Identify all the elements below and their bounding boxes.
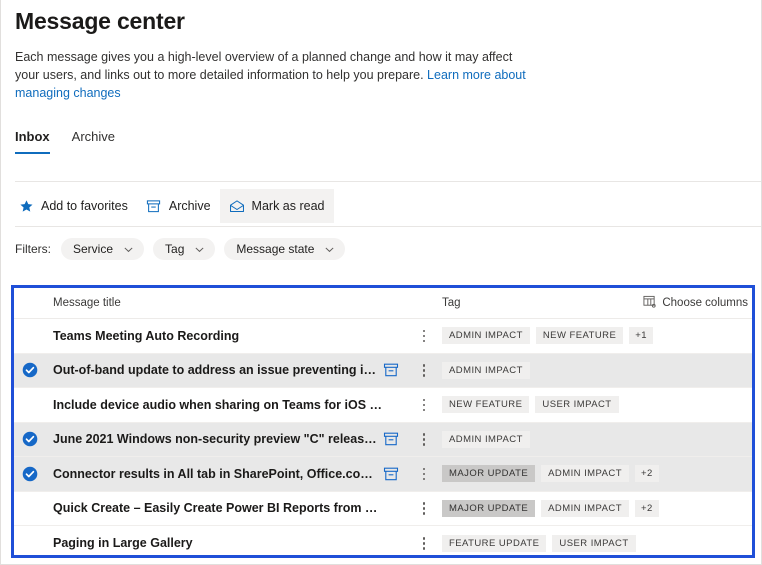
filters-label: Filters:: [15, 242, 51, 256]
row-selected-check-icon[interactable]: [22, 466, 38, 482]
table-row[interactable]: Include device audio when sharing on Tea…: [14, 388, 752, 423]
filters-bar: Filters: Service Tag Message state: [15, 238, 345, 260]
row-message-title[interactable]: Out-of-band update to address an issue p…: [53, 363, 383, 377]
row-tag-list: ADMIN IMPACT: [442, 431, 530, 448]
archive-icon: [146, 198, 162, 214]
add-to-favorites-label: Add to favorites: [41, 199, 128, 213]
table-body: Teams Meeting Auto Recording ADMIN IMPACT…: [14, 319, 752, 555]
row-message-title[interactable]: Connector results in All tab in SharePoi…: [53, 467, 383, 481]
tabs-divider: [15, 181, 761, 182]
row-tag-list: NEW FEATURE USER IMPACT: [442, 396, 619, 413]
chevron-down-icon: [194, 244, 205, 255]
row-more-options-icon[interactable]: [416, 327, 432, 345]
table-row[interactable]: Teams Meeting Auto Recording ADMIN IMPACT…: [14, 319, 752, 354]
row-tag-pill[interactable]: ADMIN IMPACT: [442, 327, 530, 344]
messages-table: Message title Tag Choose columns: [14, 288, 752, 555]
chevron-down-icon: [123, 244, 134, 255]
row-tag-pill[interactable]: USER IMPACT: [535, 396, 618, 413]
row-more-options-icon[interactable]: [416, 430, 432, 448]
row-selected-check-icon[interactable]: [22, 431, 38, 447]
row-tag-pill[interactable]: ADMIN IMPACT: [442, 431, 530, 448]
choose-columns-button[interactable]: Choose columns: [643, 295, 748, 311]
table-header-row: Message title Tag Choose columns: [14, 288, 752, 319]
row-tag-pill[interactable]: ADMIN IMPACT: [541, 500, 629, 517]
column-header-tag: Tag: [442, 297, 461, 309]
row-tag-overflow-count[interactable]: +1: [629, 327, 653, 344]
column-header-message-title: Message title: [53, 297, 121, 309]
mark-as-read-label: Mark as read: [252, 199, 325, 213]
row-archive-icon[interactable]: [382, 361, 400, 379]
command-bar: Add to favorites Archive Mark as read: [9, 188, 334, 224]
add-to-favorites-button[interactable]: Add to favorites: [9, 189, 137, 223]
row-tag-pill[interactable]: ADMIN IMPACT: [442, 362, 530, 379]
row-more-options-icon[interactable]: [416, 534, 432, 552]
row-tag-list: FEATURE UPDATE USER IMPACT: [442, 535, 636, 552]
table-row[interactable]: Quick Create – Easily Create Power BI Re…: [14, 492, 752, 527]
row-archive-icon[interactable]: [382, 465, 400, 483]
table-row[interactable]: June 2021 Windows non-security preview "…: [14, 423, 752, 458]
toolbar-divider: [15, 226, 761, 227]
chevron-down-icon: [324, 244, 335, 255]
filter-tag[interactable]: Tag: [153, 238, 215, 260]
row-message-title[interactable]: Paging in Large Gallery: [53, 536, 193, 550]
row-archive-icon[interactable]: [382, 430, 400, 448]
row-selected-check-icon[interactable]: [22, 362, 38, 378]
page-description: Each message gives you a high-level over…: [15, 48, 535, 102]
row-tag-overflow-count[interactable]: +2: [635, 465, 659, 482]
row-tag-pill[interactable]: FEATURE UPDATE: [442, 535, 546, 552]
table-row[interactable]: Out-of-band update to address an issue p…: [14, 354, 752, 389]
messages-table-highlight-box: Message title Tag Choose columns: [11, 285, 755, 558]
message-center-page: Message center Each message gives you a …: [0, 0, 762, 565]
row-more-options-icon[interactable]: [416, 396, 432, 414]
row-tag-pill[interactable]: NEW FEATURE: [442, 396, 529, 413]
row-message-title[interactable]: Teams Meeting Auto Recording: [53, 329, 239, 343]
row-tag-pill[interactable]: MAJOR UPDATE: [442, 500, 535, 517]
row-more-options-icon[interactable]: [416, 465, 432, 483]
page-header: Message center Each message gives you a …: [1, 0, 761, 102]
table-row[interactable]: Connector results in All tab in SharePoi…: [14, 457, 752, 492]
row-tag-list: MAJOR UPDATE ADMIN IMPACT +2: [442, 500, 659, 517]
row-tag-pill[interactable]: NEW FEATURE: [536, 327, 623, 344]
tab-list: Inbox Archive: [1, 128, 761, 162]
choose-columns-label: Choose columns: [662, 297, 748, 309]
columns-icon: [643, 295, 656, 311]
row-tag-list: ADMIN IMPACT: [442, 362, 530, 379]
row-tag-list: ADMIN IMPACT NEW FEATURE +1: [442, 327, 653, 344]
filter-service[interactable]: Service: [61, 238, 144, 260]
archive-button[interactable]: Archive: [137, 189, 220, 223]
filter-message-state[interactable]: Message state: [224, 238, 345, 260]
row-more-options-icon[interactable]: [416, 499, 432, 517]
filter-message-state-label: Message state: [236, 242, 314, 256]
row-more-options-icon[interactable]: [416, 361, 432, 379]
archive-label: Archive: [169, 199, 211, 213]
star-icon: [18, 198, 34, 214]
filter-tag-label: Tag: [165, 242, 184, 256]
filter-service-label: Service: [73, 242, 113, 256]
row-message-title[interactable]: Quick Create – Easily Create Power BI Re…: [53, 501, 383, 515]
table-row[interactable]: Paging in Large Gallery FEATURE UPDATE USE…: [14, 526, 752, 555]
tab-inbox[interactable]: Inbox: [15, 128, 50, 154]
tab-archive[interactable]: Archive: [72, 128, 115, 154]
open-envelope-icon: [229, 198, 245, 214]
row-tag-pill[interactable]: ADMIN IMPACT: [541, 465, 629, 482]
row-message-title[interactable]: Include device audio when sharing on Tea…: [53, 398, 383, 412]
row-message-title[interactable]: June 2021 Windows non-security preview "…: [53, 432, 383, 446]
page-title: Message center: [15, 6, 747, 36]
mark-as-read-button[interactable]: Mark as read: [220, 189, 334, 223]
row-tag-list: MAJOR UPDATE ADMIN IMPACT +2: [442, 465, 659, 482]
row-tag-pill[interactable]: USER IMPACT: [552, 535, 635, 552]
row-tag-overflow-count[interactable]: +2: [635, 500, 659, 517]
row-tag-pill[interactable]: MAJOR UPDATE: [442, 465, 535, 482]
